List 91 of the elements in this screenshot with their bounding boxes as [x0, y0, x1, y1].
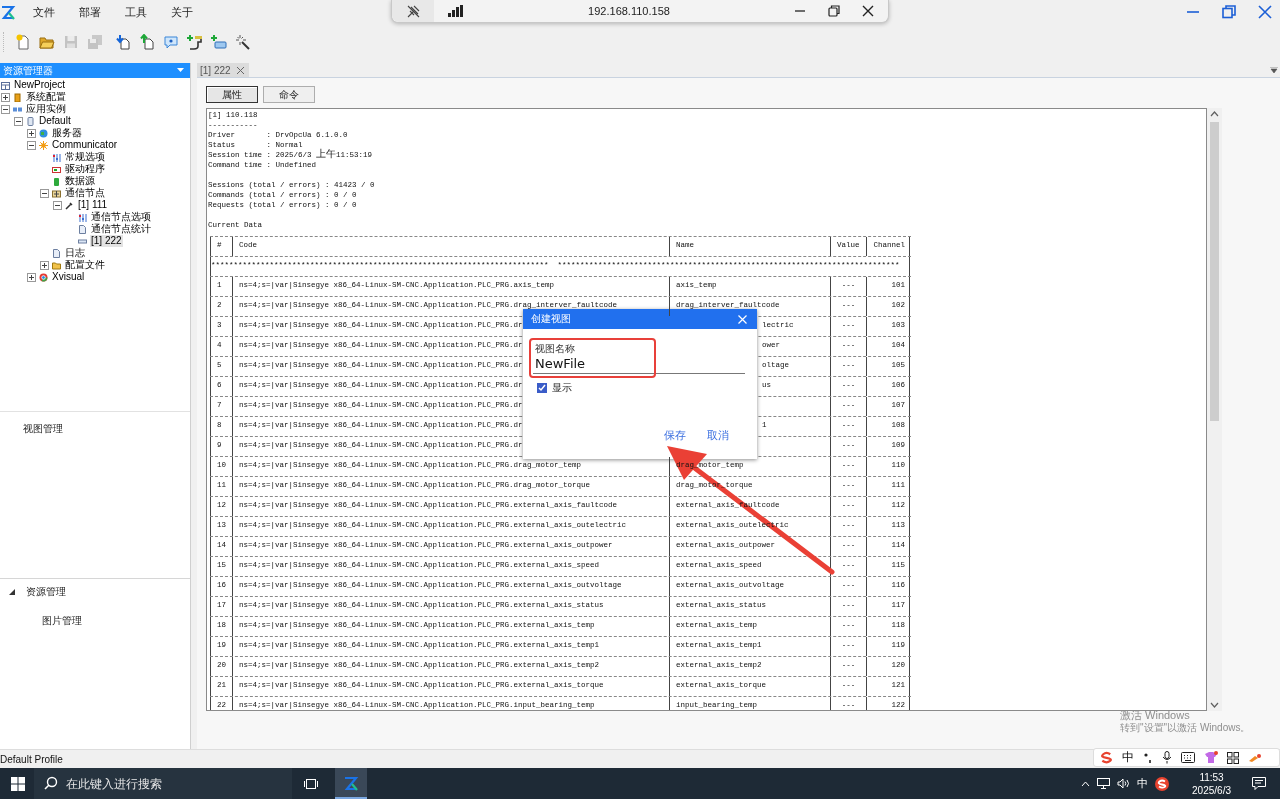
app-logo — [0, 4, 16, 20]
collapse-icon[interactable] — [40, 188, 49, 198]
view-tab[interactable]: 命令 — [263, 86, 315, 103]
tree-item[interactable]: 配置文件 — [64, 259, 106, 271]
expand-icon[interactable] — [27, 272, 36, 282]
collapse-icon[interactable] — [1, 104, 10, 114]
close-icon[interactable] — [862, 5, 874, 17]
windows-start-icon[interactable] — [11, 776, 25, 791]
menu-item[interactable]: 关于 — [171, 4, 193, 20]
module-icon — [52, 164, 61, 174]
tree-item[interactable]: 通信节点 — [64, 187, 106, 199]
plug-icon[interactable] — [187, 34, 203, 50]
export-icon[interactable] — [139, 34, 155, 50]
panel-title: 资源管理器 — [3, 63, 53, 78]
folder-icon[interactable] — [39, 34, 55, 50]
task-view-icon[interactable] — [304, 777, 318, 790]
ring-icon — [39, 272, 48, 282]
tree-item[interactable]: [1] 111 — [77, 199, 109, 211]
options-icon — [78, 212, 87, 222]
document-tab[interactable]: [1] 222 — [197, 63, 249, 77]
tree-item[interactable]: 系统配置 — [25, 91, 67, 103]
restore-icon[interactable] — [828, 5, 840, 17]
network-icon — [52, 188, 61, 198]
tree-item[interactable]: 服务器 — [51, 127, 83, 139]
checkbox-label: 显示 — [552, 381, 572, 395]
app-taskbar-button[interactable] — [335, 768, 367, 799]
search-icon — [44, 776, 58, 790]
tag-icon — [78, 236, 87, 246]
expand-icon[interactable] — [40, 260, 49, 270]
globe-icon — [39, 128, 48, 138]
signal-icon — [448, 5, 464, 17]
clock-date: 2025/6/3 — [1192, 783, 1231, 797]
view-tab[interactable]: 属性 — [206, 86, 258, 103]
help-icon[interactable] — [163, 34, 179, 50]
dropdown-icon[interactable] — [1270, 67, 1278, 73]
binder-icon — [13, 92, 22, 102]
database-icon — [52, 176, 61, 186]
wand-icon[interactable] — [235, 34, 251, 50]
dropdown-icon[interactable] — [177, 68, 184, 73]
tree-item[interactable]: 常规选项 — [64, 151, 106, 163]
document-icon — [78, 224, 87, 234]
tree-item[interactable]: 数据源 — [64, 175, 96, 187]
network-icon[interactable] — [1097, 778, 1111, 789]
document-icon — [52, 248, 61, 258]
check-icon — [538, 384, 546, 392]
menu-item[interactable]: 工具 — [125, 4, 147, 20]
notification-icon[interactable] — [1252, 777, 1266, 790]
collapse-icon[interactable] — [53, 200, 62, 210]
tree-item[interactable]: Communicator — [51, 139, 119, 151]
options-icon — [52, 152, 61, 162]
expand-icon[interactable] — [1, 92, 10, 102]
tree-item[interactable]: NewProject — [13, 79, 67, 91]
tree-item[interactable]: 通信节点选项 — [90, 211, 152, 223]
input-mode[interactable]: 中 — [1137, 776, 1149, 791]
tab-label: [1] 222 — [200, 64, 231, 76]
cable-icon — [65, 200, 74, 210]
menu-item[interactable]: 部署 — [79, 4, 101, 20]
tree-item[interactable]: 日志 — [64, 247, 86, 259]
status-text: Default Profile — [0, 753, 63, 765]
scrollbar-thumb[interactable] — [1210, 122, 1219, 421]
tree-item[interactable]: Default — [38, 115, 72, 127]
tree-item[interactable]: 通信节点统计 — [90, 223, 152, 235]
collapse-icon[interactable] — [9, 589, 15, 595]
app-logo — [343, 774, 359, 791]
search-field[interactable]: 在此键入进行搜索 — [34, 768, 292, 799]
pin-icon[interactable] — [406, 4, 420, 18]
checkbox[interactable] — [537, 383, 547, 393]
menu-item[interactable]: 文件 — [33, 4, 55, 20]
expand-icon[interactable] — [27, 128, 36, 138]
chevron-up-icon[interactable] — [1081, 780, 1091, 787]
activation-hint: 转到"设置"以激活 Windows。 — [1120, 722, 1251, 734]
panel-item[interactable]: 视图管理 — [23, 423, 63, 434]
import-icon[interactable] — [115, 34, 131, 50]
tree-item[interactable]: 应用实例 — [25, 103, 67, 115]
panel-item[interactable]: 资源管理 — [26, 585, 66, 599]
remote-address: 192.168.110.158 — [587, 5, 671, 17]
sun-icon — [39, 140, 48, 150]
panel-item[interactable]: 图片管理 — [42, 615, 82, 626]
s-logo-icon[interactable] — [1155, 776, 1170, 791]
field-label: 视图名称 — [534, 343, 575, 355]
collapse-icon[interactable] — [14, 116, 23, 126]
folder-icon — [52, 260, 61, 270]
tree-item[interactable]: Xvisual — [51, 271, 86, 283]
volume-icon[interactable] — [1117, 778, 1131, 789]
tree-item[interactable]: 驱动程序 — [64, 163, 106, 175]
collapse-icon[interactable] — [27, 140, 36, 150]
add-device-icon[interactable] — [211, 34, 227, 50]
name-field[interactable]: NewFile — [533, 355, 745, 374]
device-icon — [26, 116, 35, 126]
clock-time: 11:53 — [1199, 770, 1224, 784]
tree-item[interactable]: [1] 222 — [90, 235, 123, 247]
